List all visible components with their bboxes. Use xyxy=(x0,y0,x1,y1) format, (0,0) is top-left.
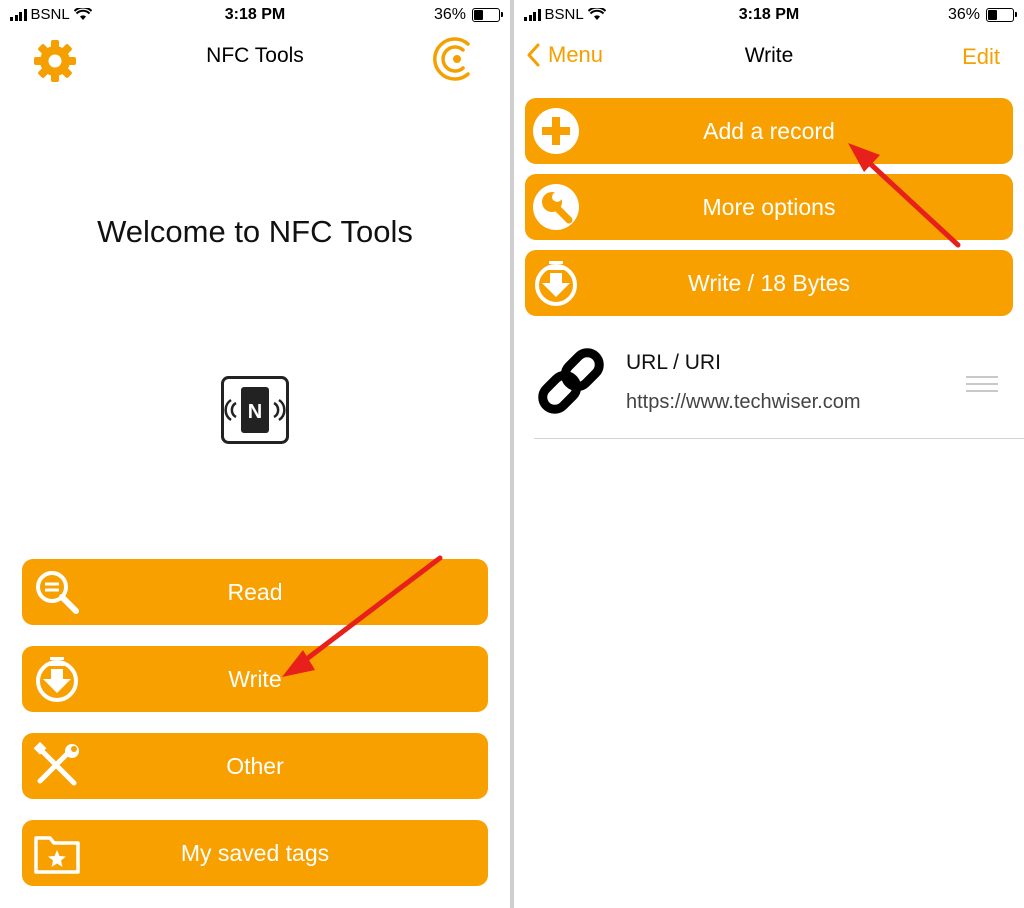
nfc-phone-icon: N xyxy=(221,376,289,444)
edit-button[interactable]: Edit xyxy=(962,44,1000,70)
magnifier-icon xyxy=(36,571,79,614)
nav-title: Write xyxy=(744,44,794,67)
other-button-label: Other xyxy=(226,752,284,779)
write-bytes-label: Write / 18 Bytes xyxy=(688,269,850,296)
more-options-label: More options xyxy=(702,193,836,220)
battery-percent: 36% xyxy=(433,6,466,23)
navigation-bar: Menu Write Edit xyxy=(514,30,1024,86)
download-circle-icon xyxy=(36,657,78,702)
status-bar: BSNL 3:18 PM 36% xyxy=(0,0,510,30)
status-bar: BSNL 3:18 PM 36% xyxy=(514,0,1024,30)
add-record-label: Add a record xyxy=(703,117,835,144)
write-button-label: Write xyxy=(228,665,282,692)
plus-circle-icon xyxy=(533,108,579,154)
write-button[interactable]: Write xyxy=(22,646,488,712)
wrench-circle-icon xyxy=(533,184,579,230)
navigation-bar: NFC Tools xyxy=(0,30,510,86)
my-saved-tags-button[interactable]: My saved tags xyxy=(22,820,488,886)
download-circle-icon xyxy=(535,261,577,306)
battery-percent: 36% xyxy=(947,6,980,23)
status-right: 36% xyxy=(433,6,503,24)
record-list-item[interactable]: URL / URI https://www.techwiser.com xyxy=(534,338,1024,439)
battery-icon xyxy=(472,8,503,22)
folder-star-icon xyxy=(34,836,80,874)
welcome-heading: Welcome to NFC Tools xyxy=(97,214,413,249)
nfc-tools-logo-icon[interactable] xyxy=(430,36,474,82)
read-button-label: Read xyxy=(227,578,283,605)
write-screen: BSNL 3:18 PM 36% Menu Write Edit Add a r… xyxy=(514,0,1024,908)
other-button[interactable]: Other xyxy=(22,733,488,799)
more-options-button[interactable]: More options xyxy=(525,174,1013,240)
read-button[interactable]: Read xyxy=(22,559,488,625)
tools-icon xyxy=(33,741,79,786)
record-type: URL / URI xyxy=(626,351,721,374)
link-icon xyxy=(538,348,604,414)
nfc-badge-letter: N xyxy=(248,401,262,423)
drag-handle-icon[interactable] xyxy=(966,376,998,394)
my-saved-tags-label: My saved tags xyxy=(180,839,330,866)
write-bytes-button[interactable]: Write / 18 Bytes xyxy=(525,250,1013,316)
battery-icon xyxy=(986,8,1017,22)
add-record-button[interactable]: Add a record xyxy=(525,98,1013,164)
nfc-tools-home-screen: BSNL 3:18 PM 36% NFC Tools Welcome to NF… xyxy=(0,0,510,908)
status-right: 36% xyxy=(947,6,1017,24)
record-value: https://www.techwiser.com xyxy=(626,391,861,413)
